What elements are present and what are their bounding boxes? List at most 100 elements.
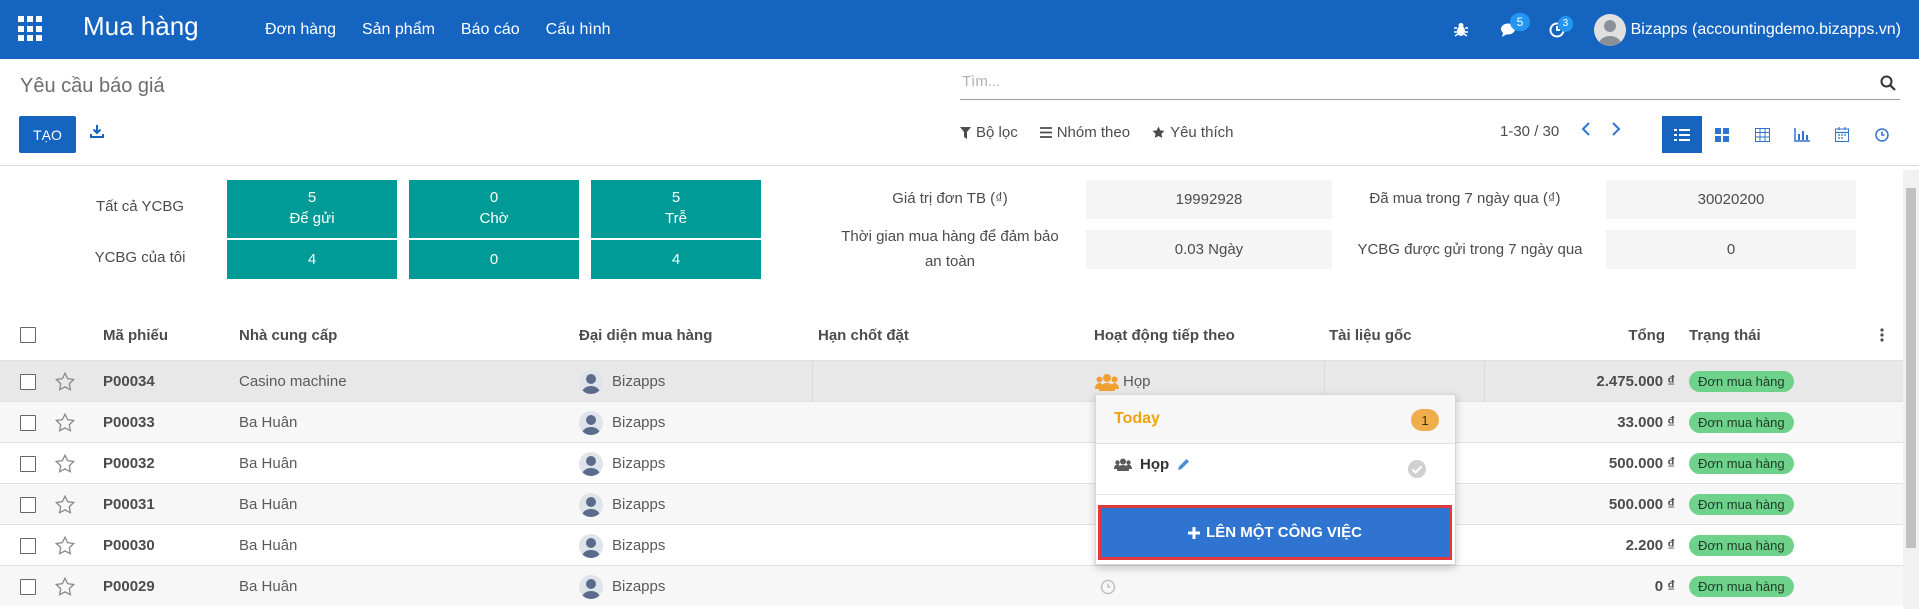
cell-divider — [812, 361, 813, 402]
header-status[interactable]: Trạng thái — [1689, 310, 1761, 360]
cell-status: Đơn mua hàng — [1689, 443, 1794, 484]
favorites-button[interactable]: Yêu thích — [1152, 124, 1233, 141]
kanban-view-icon[interactable] — [1702, 116, 1742, 153]
menu-products[interactable]: Sản phẩm — [362, 21, 435, 39]
bug-icon[interactable] — [1450, 19, 1472, 41]
star-icon[interactable] — [55, 566, 75, 607]
row-checkbox[interactable] — [20, 496, 36, 513]
buyer-name: Bizapps — [612, 578, 666, 595]
header-total[interactable]: Tổng — [1600, 310, 1665, 360]
row-checkbox[interactable] — [20, 373, 36, 390]
optional-columns-icon[interactable] — [1880, 310, 1884, 360]
header-deadline[interactable]: Hạn chốt đặt — [818, 310, 909, 360]
activity-item[interactable]: Họp — [1114, 456, 1190, 473]
tile-count: 5 — [671, 189, 681, 206]
cell-reference: P00033 — [103, 414, 155, 431]
schedule-activity-label: LÊN MỘT CÔNG VIỆC — [1206, 524, 1362, 541]
search-icon[interactable] — [1880, 75, 1896, 94]
calendar-view-icon[interactable] — [1822, 116, 1862, 153]
activity-view-icon[interactable] — [1862, 116, 1902, 153]
star-icon — [1152, 126, 1165, 138]
schedule-activity-button[interactable]: LÊN MỘT CÔNG VIỆC — [1098, 505, 1452, 560]
menu-configuration[interactable]: Cấu hình — [546, 21, 611, 39]
list-view-icon[interactable] — [1662, 116, 1702, 153]
star-icon[interactable] — [55, 402, 75, 443]
header-next-activity[interactable]: Hoạt động tiếp theo — [1094, 310, 1235, 360]
star-icon[interactable] — [55, 443, 75, 484]
users-icon — [1114, 458, 1132, 471]
apps-menu-icon[interactable] — [18, 16, 44, 42]
table-row[interactable]: P00030 Ba Huân Bizapps 2.200 ₫ Đơn mua hàng — [0, 524, 1903, 565]
status-badge: Đơn mua hàng — [1689, 412, 1794, 433]
activity-clock-icon[interactable] — [1100, 566, 1116, 607]
cell-buyer: Bizapps — [579, 566, 665, 607]
cell-total: 2.200 ₫ — [1625, 537, 1675, 554]
table-row[interactable]: P00032 Ba Huân Bizapps 500.000 ₫ Đơn mua hàn… — [0, 442, 1903, 483]
buyer-name: Bizapps — [612, 373, 666, 390]
cell-buyer: Bizapps — [579, 361, 665, 402]
create-button[interactable]: TẠO — [19, 116, 76, 153]
group-by-button[interactable]: Nhóm theo — [1039, 124, 1130, 141]
download-icon[interactable] — [90, 124, 104, 141]
header-source[interactable]: Tài liệu gốc — [1329, 310, 1412, 360]
table-row[interactable]: P00034 Casino machine Bizapps Họp 2.475.000 … — [0, 360, 1903, 402]
lead-time-label-line2: an toàn — [924, 253, 976, 270]
star-icon[interactable] — [55, 525, 75, 566]
tile-to-send-all[interactable]: 5 Để gửi — [227, 180, 397, 238]
popover-divider — [1096, 494, 1455, 495]
activities-badge: 3 — [1557, 15, 1574, 32]
user-menu[interactable]: Bizapps (accountingdemo.bizapps.vn) — [1631, 21, 1901, 39]
activities-clock-icon[interactable]: 3 — [1546, 15, 1574, 41]
purchased-7d-label: Đã mua trong 7 ngày qua (₫) — [1369, 190, 1561, 207]
lead-time-label: Thời gian mua hàng để đảm bảo an toàn — [820, 224, 1080, 274]
pivot-view-icon[interactable] — [1742, 116, 1782, 153]
control-panel-divider — [0, 165, 1919, 166]
row-checkbox[interactable] — [20, 414, 36, 431]
avg-order-label: Giá trị đơn TB (₫) — [892, 190, 1008, 207]
messages-icon[interactable]: 5 — [1498, 12, 1531, 41]
search-input[interactable] — [962, 73, 1842, 90]
tile-late-mine[interactable]: 4 — [591, 240, 761, 279]
tile-label: Trễ — [665, 210, 687, 227]
graph-view-icon[interactable] — [1782, 116, 1822, 153]
pager-value[interactable]: 1-30 / 30 — [1500, 123, 1559, 140]
chevron-right-icon[interactable] — [1610, 121, 1622, 140]
select-all-checkbox[interactable] — [20, 327, 36, 343]
chevron-left-icon[interactable] — [1580, 121, 1592, 140]
scrollbar-thumb[interactable] — [1906, 188, 1916, 548]
cell-vendor: Ba Huân — [239, 455, 298, 472]
header-reference[interactable]: Mã phiếu — [103, 310, 168, 360]
status-badge: Đơn mua hàng — [1689, 453, 1794, 474]
user-avatar[interactable] — [1593, 13, 1626, 46]
table-row[interactable]: P00033 Ba Huân Bizapps 33.000 ₫ Đơn mua hàng — [0, 401, 1903, 442]
header-vendor[interactable]: Nhà cung cấp — [239, 310, 337, 360]
star-icon[interactable] — [55, 484, 75, 525]
star-icon[interactable] — [55, 361, 75, 402]
cell-status: Đơn mua hàng — [1689, 402, 1794, 443]
table-row[interactable]: P00031 Ba Huân Bizapps 500.000 ₫ Đơn mua hàn… — [0, 483, 1903, 524]
favorites-label: Yêu thích — [1170, 124, 1234, 141]
tile-late-all[interactable]: 5 Trễ — [591, 180, 761, 238]
buyer-name: Bizapps — [612, 455, 666, 472]
cell-divider — [1484, 361, 1485, 402]
row-checkbox[interactable] — [20, 578, 36, 595]
scrollbar[interactable] — [1903, 170, 1919, 609]
rfq-sent-7d-value: 0 — [1606, 230, 1856, 269]
tile-to-send-mine[interactable]: 4 — [227, 240, 397, 279]
header-buyer[interactable]: Đại diện mua hàng — [579, 310, 712, 360]
table-row[interactable]: P00029 Ba Huân Bizapps 0 ₫ Đơn mua hàng — [0, 565, 1903, 606]
tile-waiting-all[interactable]: 0 Chờ — [409, 180, 579, 238]
avatar — [579, 574, 603, 599]
tile-waiting-mine[interactable]: 0 — [409, 240, 579, 279]
pencil-icon[interactable] — [1177, 458, 1190, 471]
menu-orders[interactable]: Đơn hàng — [265, 21, 336, 39]
buyer-name: Bizapps — [612, 496, 666, 513]
search-bar — [960, 70, 1900, 100]
filters-button[interactable]: Bộ lọc — [960, 124, 1018, 141]
app-title[interactable]: Mua hàng — [83, 11, 199, 42]
row-checkbox[interactable] — [20, 455, 36, 472]
row-checkbox[interactable] — [20, 537, 36, 554]
menu-reports[interactable]: Báo cáo — [461, 21, 520, 39]
check-circle-icon[interactable] — [1407, 459, 1427, 482]
activity-label: Họp — [1123, 373, 1151, 390]
